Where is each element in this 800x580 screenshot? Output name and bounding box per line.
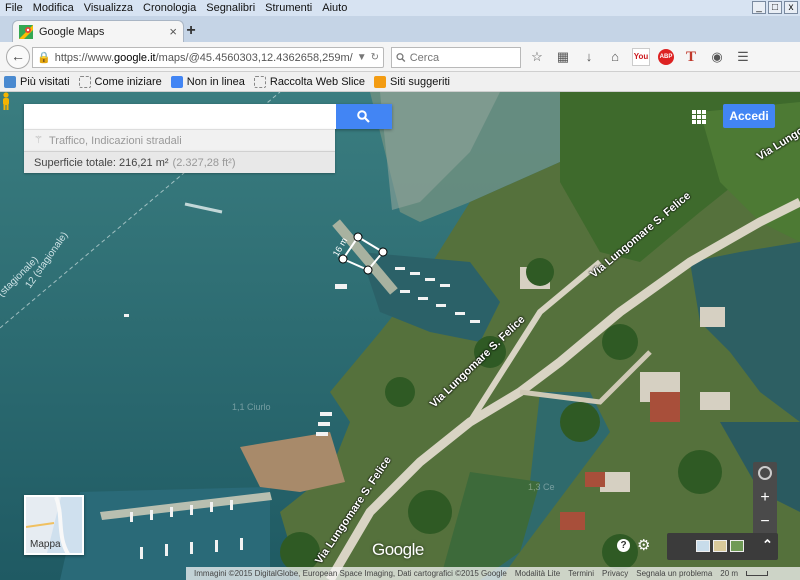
area-total-alt-value: (2.327,28 ft²) [172,156,236,169]
tab-google-maps[interactable]: Google Maps × [12,20,184,42]
faint-map-label: 1,1 Ciurlo [232,402,271,412]
terms-link[interactable]: Termini [568,569,594,578]
chevron-up-icon[interactable]: ⌃ [762,537,773,553]
page-icon [78,75,91,88]
home-icon[interactable]: ⌂ [606,48,624,66]
menu-aiuto[interactable]: Aiuto [317,2,352,14]
menu-bar: File Modifica Visualizza Cronologia Segn… [0,0,800,16]
imagery-attribution: Immagini ©2015 DigitalGlobe, European Sp… [194,569,507,578]
minimize-button[interactable]: _ [752,1,766,14]
menu-visualizza[interactable]: Visualizza [79,2,138,14]
google-logo: Google [372,540,424,559]
report-problem-link[interactable]: Segnala un problema [636,569,712,578]
window-controls: _ □ x [752,1,798,14]
google-icon [170,75,183,88]
apps-grid-icon[interactable] [692,110,706,124]
satellite-map[interactable]: Via Lungomare S. Felice Via Lungomare S.… [0,92,800,580]
faint-map-label: 1,3 Ce [528,482,555,492]
help-icon[interactable]: ? [617,539,630,552]
menu-modifica[interactable]: Modifica [28,2,79,14]
menu-segnalibri[interactable]: Segnalibri [201,2,260,14]
area-total-value: Superficie totale: 216,21 m² [34,156,169,169]
reading-list-icon[interactable]: ▦ [554,48,572,66]
map-view-toggle[interactable]: Mappa [24,495,84,555]
zoom-in-button[interactable]: + [753,486,777,510]
site-info-icon[interactable]: 🔒 [37,51,51,64]
layer-thumbnail-satellite[interactable] [730,540,744,552]
traffic-directions-label: Traffico, Indicazioni stradali [48,134,182,147]
hamburger-menu-icon[interactable]: ☰ [734,48,752,66]
suggested-sites-icon [374,75,387,88]
directions-icon: ⚚ [34,135,43,146]
layer-thumbnail-terrain[interactable] [713,540,727,552]
page-icon [253,75,266,88]
minimap-label: Mappa [30,539,61,550]
menu-cronologia[interactable]: Cronologia [138,2,201,14]
new-tab-button[interactable]: + [182,22,200,40]
close-tab-icon[interactable]: × [169,24,177,39]
close-window-button[interactable]: x [784,1,798,14]
scale-label[interactable]: 20 m [720,569,738,578]
navigation-bar: ← 🔒 https://www.google.it/maps/@45.45603… [0,42,800,72]
translate-t-icon[interactable]: T [682,48,700,66]
maximize-button[interactable]: □ [768,1,782,14]
bookmark-come-iniziare[interactable]: Come iniziare [78,75,162,88]
download-icon[interactable]: ↓ [580,48,598,66]
tab-title: Google Maps [39,25,105,38]
bookmark-non-in-linea[interactable]: Non in linea [170,75,245,88]
google-maps-favicon-icon [19,24,33,39]
browser-search-input[interactable] [409,51,516,64]
pegman-icon[interactable] [0,92,12,110]
bookmark-siti-suggeriti[interactable]: Siti suggeriti [374,75,450,88]
bookmarks-bar: Più visitati Come iniziare Non in linea … [0,72,800,92]
lite-mode-link[interactable]: Modalità Lite [515,569,560,578]
signin-button[interactable]: Accedi [723,104,775,128]
search-icon [396,53,406,62]
youtube-icon[interactable]: You [632,48,650,66]
scale-bar [746,571,769,576]
zoom-out-button[interactable]: − [753,510,777,534]
reload-icon[interactable]: ↻ [371,52,379,63]
adblock-plus-icon[interactable]: ABP [658,49,674,65]
maps-search-button[interactable] [336,104,392,129]
url-text[interactable]: https://www.google.it/maps/@45.4560303,1… [55,52,353,64]
folder-icon [4,75,16,88]
search-icon [357,110,370,123]
toolbar-icons: ☆ ▦ ↓ ⌂ You ABP T ◉ ☰ [528,48,752,66]
bookmark-piu-visitati[interactable]: Più visitati [4,75,70,88]
url-bar[interactable]: 🔒 https://www.google.it/maps/@45.4560303… [32,47,384,68]
map-footer: Immagini ©2015 DigitalGlobe, European Sp… [186,567,800,580]
chat-icon[interactable]: ◉ [708,48,726,66]
url-dropdown-icon[interactable]: ▼ [357,52,367,63]
menu-strumenti[interactable]: Strumenti [260,2,317,14]
maps-search-input[interactable] [24,104,336,129]
privacy-link[interactable]: Privacy [602,569,628,578]
menu-file[interactable]: File [0,2,28,14]
bookmark-raccolta-web-slice[interactable]: Raccolta Web Slice [253,75,365,88]
layer-thumbnail-map[interactable] [696,540,710,552]
compass-icon[interactable] [758,466,772,480]
browser-search-box[interactable] [391,47,521,68]
traffic-directions-link[interactable]: ⚚ Traffico, Indicazioni stradali [24,129,335,151]
tab-strip: Google Maps × + [0,16,800,42]
back-button[interactable]: ← [6,45,30,69]
area-measurement-result: Superficie totale: 216,21 m² (2.327,28 f… [24,151,335,173]
gear-icon[interactable]: ⚙ [637,536,650,554]
bookmark-star-icon[interactable]: ☆ [528,48,546,66]
maps-search-box [24,104,392,129]
